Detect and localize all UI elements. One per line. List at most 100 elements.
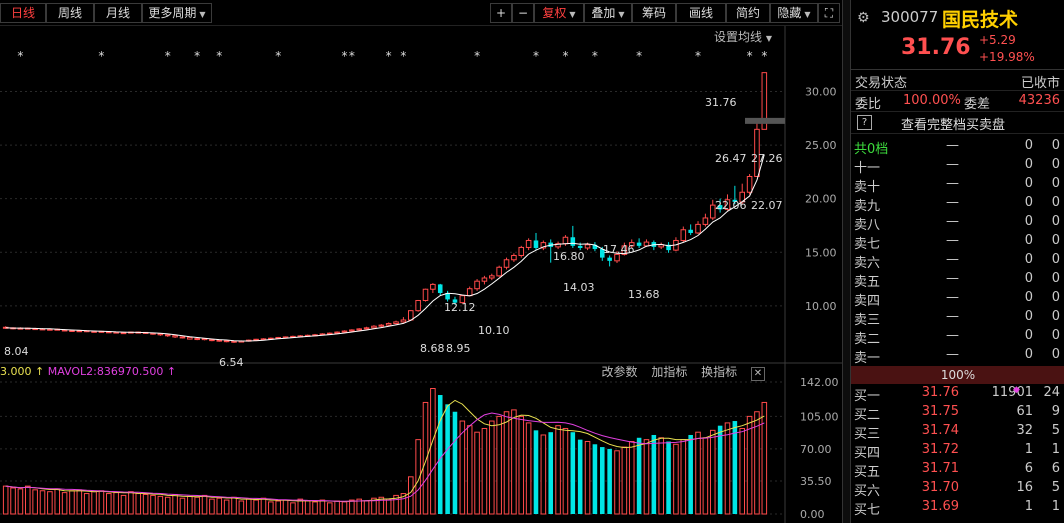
overlay-label: 叠加: [591, 6, 616, 20]
candle-body: [164, 334, 171, 337]
chips-button[interactable]: 筹码: [632, 3, 676, 23]
help-icon[interactable]: ?: [857, 115, 872, 130]
expand-icon[interactable]: ⛶: [818, 3, 840, 23]
candle-body: [702, 217, 709, 225]
candle-body: [474, 280, 480, 290]
buy-level-row[interactable]: 买三 31.74 32 5: [851, 422, 1064, 442]
candle-body: [489, 275, 495, 279]
zoom-in-button[interactable]: +: [490, 3, 512, 23]
fuquan-dropdown[interactable]: 复权 ▼: [534, 3, 584, 23]
chevron-down-icon: ▼: [569, 10, 576, 19]
volume-bar: [496, 415, 502, 515]
level-count: 0: [1051, 290, 1060, 305]
level-volume: 0: [1024, 328, 1033, 343]
swap-indicator-button[interactable]: 换指标: [701, 365, 737, 379]
tab-daily[interactable]: 日线: [0, 3, 46, 23]
volume-tick-label: 105.00: [800, 410, 839, 423]
sell-level-row[interactable]: 卖四 — 0 0: [851, 289, 1064, 309]
price-annotation: 8.95: [446, 342, 471, 355]
level-name: 买二: [854, 408, 881, 423]
level-price: 31.75: [921, 404, 959, 419]
mavol1-line: [5, 399, 765, 503]
buy-level-row[interactable]: 买四 31.72 1 1: [851, 441, 1064, 461]
draw-line-button[interactable]: 画线: [676, 3, 726, 23]
volume-bar: [319, 499, 326, 515]
volume-bar: [349, 499, 355, 515]
volume-header: 3.000 ↑ MAVOL2:836970.500 ↑ 改参数 加指标 换指标 …: [0, 363, 785, 381]
simple-mode-button[interactable]: 简约: [726, 3, 770, 23]
overlay-dropdown[interactable]: 叠加 ▼: [584, 3, 632, 23]
buy-level-row[interactable]: 买七 31.69 1 1: [851, 498, 1064, 518]
level-count: 0: [1051, 138, 1060, 153]
stock-code: 300077: [881, 8, 939, 26]
volume-bar: [24, 485, 31, 515]
fuquan-label: 复权: [542, 6, 567, 20]
chevron-down-icon: ▼: [199, 10, 206, 19]
hide-dropdown[interactable]: 隐藏 ▼: [770, 3, 818, 23]
order-diff-label: 委差: [964, 97, 991, 112]
volume-bar: [150, 494, 156, 515]
close-icon[interactable]: ✕: [751, 367, 765, 381]
level-volume: 0: [1024, 233, 1033, 248]
volume-tick-label: 142.00: [800, 376, 839, 389]
event-marker: *: [400, 49, 406, 63]
level-count: 9: [1051, 404, 1060, 419]
mavol1-value: 3.000 ↑: [0, 365, 45, 378]
zoom-out-button[interactable]: −: [512, 3, 534, 23]
sell-level-row[interactable]: 卖一 — 0 0: [851, 346, 1064, 366]
sell-level-row[interactable]: 卖八 — 0 0: [851, 213, 1064, 233]
full-book-row[interactable]: ? 查看完整档买卖盘: [851, 112, 1064, 134]
gear-icon[interactable]: ⚙: [857, 10, 870, 26]
volume-bar: [570, 432, 576, 514]
volume-bar: [179, 497, 186, 515]
sell-level-row[interactable]: 卖七 — 0 0: [851, 232, 1064, 252]
buy-level-row[interactable]: 买一 31.76 11901 ◆ 24: [851, 384, 1064, 404]
volume-bar: [518, 415, 525, 515]
level-price: —: [946, 290, 959, 305]
volume-bar: [555, 425, 561, 515]
candle-body: [533, 240, 539, 248]
volume-bar: [540, 434, 547, 515]
level-count: 0: [1051, 328, 1060, 343]
sell-level-row[interactable]: 卖三 — 0 0: [851, 308, 1064, 328]
volume-bar: [2, 485, 9, 515]
buy-level-row[interactable]: 买二 31.75 61 9: [851, 403, 1064, 423]
volume-bar: [304, 500, 311, 515]
kline-chart[interactable]: 30.00 25.00 20.00 15.00 10.00 142.00 105.00 70.…: [0, 26, 842, 523]
tab-weekly[interactable]: 周线: [46, 3, 94, 23]
sell-level-row[interactable]: 卖二 — 0 0: [851, 327, 1064, 347]
candle-body: [562, 236, 569, 245]
candle-body: [680, 229, 687, 241]
change-params-button[interactable]: 改参数: [601, 365, 637, 379]
volume-bar: [17, 488, 24, 515]
sell-level-row[interactable]: 卖六 — 0 0: [851, 251, 1064, 271]
sell-level-row[interactable]: 十一 — 0 0: [851, 156, 1064, 176]
candle-body: [69, 329, 75, 332]
volume-bar: [253, 499, 259, 515]
add-indicator-button[interactable]: 加指标: [651, 365, 687, 379]
candle-body: [415, 299, 421, 312]
full-book-link[interactable]: 查看完整档买卖盘: [901, 114, 1005, 133]
buy-level-row[interactable]: 买五 31.71 6 6: [851, 460, 1064, 480]
panel-splitter[interactable]: [842, 0, 850, 523]
volume-bar: [54, 488, 61, 515]
level-name: 共0档: [854, 142, 889, 157]
price-annotation: 26.47: [715, 152, 747, 165]
sell-level-row[interactable]: 卖九 — 0 0: [851, 194, 1064, 214]
level-volume: 0: [1024, 214, 1033, 229]
buy-level-row[interactable]: 买六 31.70 16 5: [851, 479, 1064, 499]
sell-level-row[interactable]: 共0档 — 0 0: [851, 137, 1064, 157]
volume-bar: [562, 427, 569, 515]
ma-settings-dropdown[interactable]: 设置均线 ▼: [714, 28, 772, 45]
volume-bar: [709, 429, 716, 515]
volume-bar: [39, 490, 46, 515]
candle-body: [466, 288, 473, 297]
level-price: 31.71: [921, 461, 959, 476]
tab-monthly[interactable]: 月线: [94, 3, 142, 23]
tab-more-periods[interactable]: 更多周期 ▼: [142, 3, 212, 23]
volume-bar: [76, 489, 83, 515]
sell-level-row[interactable]: 卖十 — 0 0: [851, 175, 1064, 195]
candle-body: [172, 335, 178, 338]
volume-legend: 3.000 ↑ MAVOL2:836970.500 ↑: [0, 365, 176, 378]
sell-level-row[interactable]: 卖五 — 0 0: [851, 270, 1064, 290]
